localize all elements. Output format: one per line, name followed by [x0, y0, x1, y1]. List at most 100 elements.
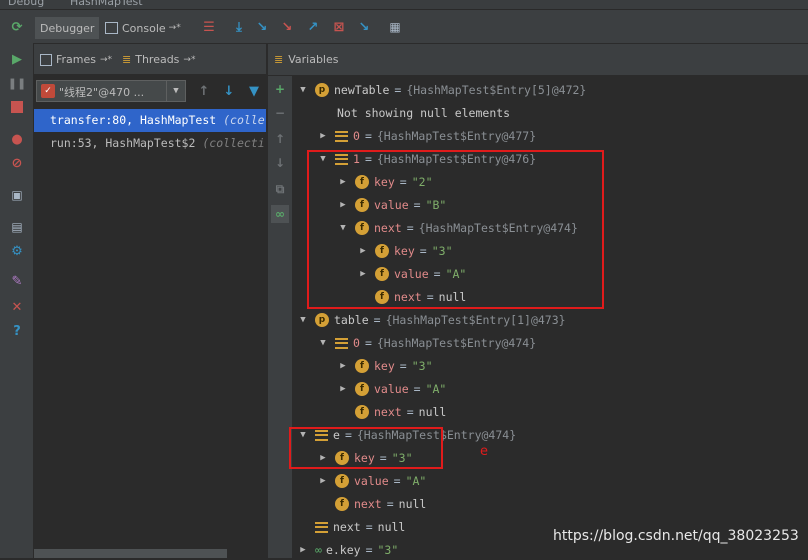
copy-icon[interactable]: ⧉ [271, 180, 289, 198]
info-message: Not showing null elements [337, 106, 511, 120]
variable-row[interactable]: ▼ 0 = {HashMapTest$Entry@474} [317, 333, 536, 353]
expand-arrow-icon[interactable]: ▼ [297, 310, 309, 330]
expand-arrow-icon[interactable]: ▼ [297, 80, 309, 100]
equals-sign: = [406, 405, 414, 419]
tab-frames[interactable]: Frames →* [40, 53, 112, 66]
help-icon[interactable]: ? [8, 322, 26, 340]
variable-row[interactable]: f next = null [317, 494, 426, 514]
field-icon: f [355, 382, 369, 396]
pause-icon[interactable]: ❚❚ [8, 74, 26, 92]
variable-row[interactable]: ▼ p table = {HashMapTest$Entry[1]@473} [297, 310, 566, 330]
field-icon: f [355, 359, 369, 373]
collapse-arrow-icon[interactable]: ▶ [317, 471, 329, 491]
step-out-icon[interactable]: ↗ [304, 18, 322, 36]
variable-row[interactable]: ▶ ∞ e.key = "3" [297, 540, 398, 560]
variable-value: "3" [411, 359, 433, 373]
variable-row[interactable]: ▶ f value = "A" [317, 471, 426, 491]
filter-icon[interactable]: ▼ [245, 82, 263, 100]
field-icon: f [335, 474, 349, 488]
previous-frame-icon[interactable]: ↑ [195, 82, 213, 100]
variable-name: key [374, 359, 395, 373]
tab-debugger[interactable]: Debugger [35, 17, 100, 39]
variable-name: next [333, 520, 361, 534]
move-up-icon[interactable]: ↑ [271, 130, 289, 148]
array-icon [315, 521, 328, 533]
tab-threads-label: Threads [135, 53, 180, 66]
mute-breakpoints-icon[interactable]: ⊘ [8, 154, 26, 172]
frames-icon [40, 53, 52, 66]
close-icon[interactable]: ✕ [8, 298, 26, 316]
collapse-arrow-icon[interactable]: ▶ [317, 126, 329, 146]
frames-horizontal-scrollbar[interactable] [34, 549, 227, 558]
camera-icon[interactable]: ▣ [8, 186, 26, 204]
force-step-into-icon[interactable]: ↘ [278, 18, 296, 36]
frame-item[interactable]: run:53, HashMapTest$2 (collecti [34, 132, 267, 155]
variable-name: value [374, 382, 409, 396]
window-title: Debug [8, 0, 45, 8]
collapse-arrow-icon[interactable]: ▶ [337, 356, 349, 376]
frame-package: (collecti [202, 136, 265, 150]
view-breakpoints-icon[interactable]: ● [8, 130, 26, 148]
variable-value: {HashMapTest$Entry@477} [376, 129, 537, 143]
thread-selector-value: "线程2"@470 ... [59, 86, 145, 99]
expand-arrow-icon[interactable]: ▼ [317, 333, 329, 353]
show-execution-point-icon[interactable]: ☰ [200, 18, 218, 36]
frame-item[interactable]: transfer:80, HashMapTest (colle [34, 109, 267, 132]
variables-panel-header: ≣ Variables [268, 44, 808, 76]
move-down-icon[interactable]: ↓ [271, 154, 289, 172]
variable-row[interactable]: ▶ f value = "A" [337, 379, 446, 399]
variable-name: next [374, 405, 402, 419]
thread-selector[interactable]: ✓ "线程2"@470 ... ▼ [36, 80, 186, 102]
equals-sign: = [365, 520, 373, 534]
variable-row[interactable]: ▶ 0 = {HashMapTest$Entry@477} [317, 126, 536, 146]
variables-toolbar: + − ↑ ↓ ⧉ ∞ [268, 76, 292, 558]
drop-frame-icon[interactable]: ⊠ [330, 18, 348, 36]
variable-row[interactable]: next = null [297, 517, 405, 537]
step-into-icon[interactable]: ↘ [253, 18, 271, 36]
variable-value: "A" [425, 382, 447, 396]
pin-icon[interactable]: ✎ [8, 272, 26, 290]
collapse-arrow-icon[interactable]: ▶ [297, 540, 309, 560]
chevron-down-icon[interactable]: ▼ [166, 81, 185, 101]
evaluate-icon[interactable]: ▦ [386, 18, 404, 36]
array-icon [335, 337, 348, 349]
resume-icon[interactable]: ▶ [8, 50, 26, 68]
threads-icon: ≣ [122, 53, 132, 66]
step-over-icon[interactable]: ⤓ [230, 18, 248, 36]
variable-row[interactable]: f next = null [337, 402, 446, 422]
tab-frames-label: Frames [56, 53, 97, 66]
tab-console[interactable]: Console →* [105, 17, 181, 39]
console-icon [105, 22, 118, 34]
field-icon: f [355, 405, 369, 419]
parameter-icon: p [315, 83, 329, 97]
new-watch-icon[interactable]: + [271, 80, 289, 98]
run-to-cursor-icon[interactable]: ↘ [355, 18, 373, 36]
frames-panel-header: Frames →* ≣ Threads →* [34, 44, 267, 75]
variable-value: {HashMapTest$Entry@474} [376, 336, 537, 350]
stop-icon[interactable] [8, 98, 26, 116]
equals-sign: = [364, 336, 372, 350]
equals-sign: = [393, 474, 401, 488]
tab-threads[interactable]: ≣ Threads →* [122, 53, 195, 66]
watermark: https://blog.csdn.net/qq_38023253 [553, 528, 799, 544]
restore-layout-icon[interactable]: ▤ [8, 218, 26, 236]
tab-console-pin: →* [168, 23, 181, 33]
variable-name: e.key [325, 543, 361, 557]
show-watches-icon[interactable]: ∞ [271, 205, 289, 223]
parameter-icon: p [315, 313, 329, 327]
variable-value: {HashMapTest$Entry[5]@472} [406, 83, 587, 97]
variable-row[interactable]: ▼ p newTable = {HashMapTest$Entry[5]@472} [297, 80, 586, 100]
rerun-icon[interactable]: ⟳ [8, 18, 26, 36]
variables-icon: ≣ [274, 53, 284, 66]
variable-name: next [354, 497, 382, 511]
variable-row[interactable]: ▶ f key = "3" [337, 356, 433, 376]
variable-value: "A" [405, 474, 427, 488]
window-title-bar: Debug HashMapTest [0, 0, 808, 10]
next-frame-icon[interactable]: ↓ [220, 82, 238, 100]
remove-watch-icon[interactable]: − [271, 104, 289, 122]
collapse-arrow-icon[interactable]: ▶ [337, 379, 349, 399]
variable-row[interactable]: Not showing null elements [317, 103, 510, 123]
variable-name: 0 [353, 129, 360, 143]
equals-sign: = [394, 83, 402, 97]
settings-icon[interactable]: ⚙ [8, 242, 26, 260]
